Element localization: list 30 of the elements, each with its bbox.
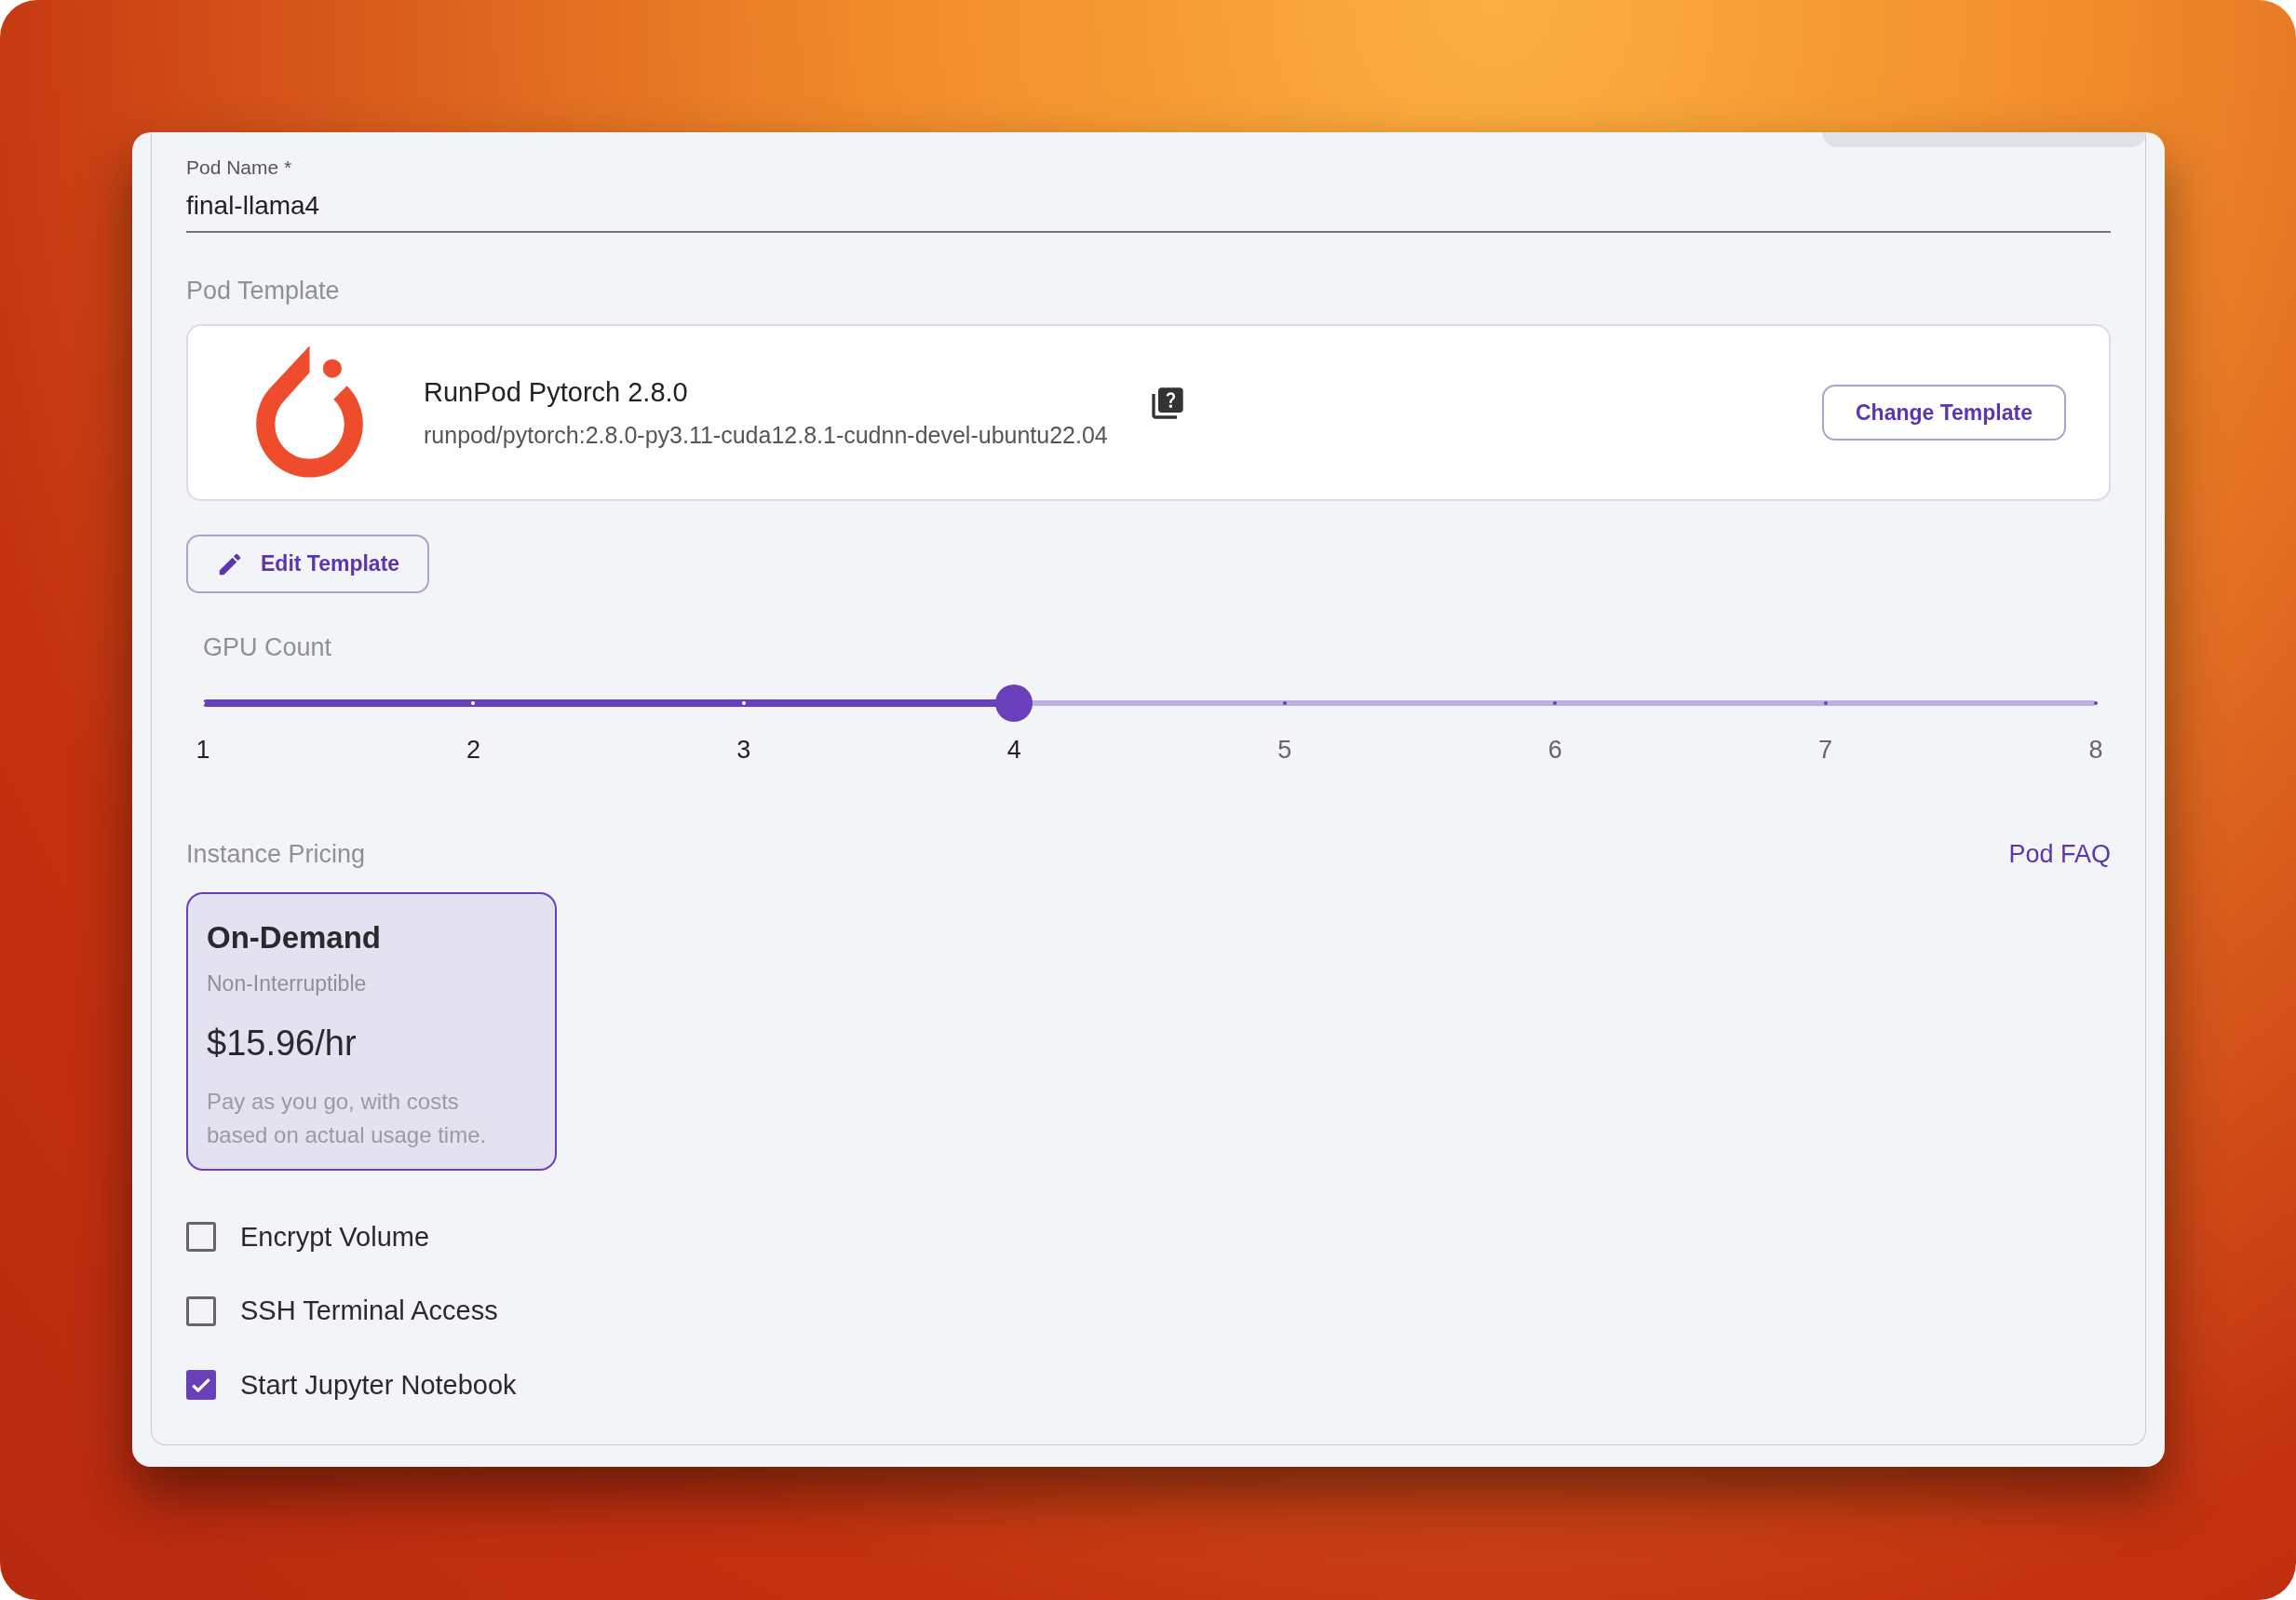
slider-tick-label: 2 [466,735,480,766]
slider-tick-label: 3 [736,735,751,766]
checkbox-label: Start Jupyter Notebook [240,1368,517,1402]
template-image: runpod/pytorch:2.8.0-py3.11-cuda12.8.1-cudnn-devel-ubuntu22.04 [424,421,1108,450]
pricing-option-price: $15.96/hr [207,1022,358,1064]
gpu-count-label: GPU Count [203,632,333,663]
pricing-option-description: Pay as you go, with costs based on actual usage time. [207,1087,488,1149]
slider-tick-label: 1 [196,735,210,766]
checkbox[interactable] [186,1295,216,1326]
checkbox-label: Encrypt Volume [240,1220,430,1254]
slider-tick-label: 4 [1006,735,1021,766]
pod-faq-link[interactable]: Pod FAQ [2008,835,2111,874]
template-name: RunPod Pytorch 2.8.0 [424,375,689,409]
pod-name-field[interactable]: final-llama4 [186,181,2111,233]
slider-tick-label: 5 [1277,735,1292,766]
slider-tick-label: 8 [2088,735,2103,766]
pod-template-label: Pod Template [186,276,341,306]
checkbox[interactable] [186,1370,216,1401]
slider-tick-label: 6 [1547,735,1562,766]
pricing-option-card[interactable]: On-Demand Non-Interruptible $15.96/hr Pay as you go, with costs based on actual usage time. [186,891,557,1171]
pricing-option-subtitle: Non-Interruptible [207,970,368,997]
instance-pricing-label: Instance Pricing [186,839,366,870]
change-template-button[interactable]: Change Template [1822,385,2066,441]
checkbox[interactable] [186,1222,216,1253]
slider-tick-label: 7 [1818,735,1833,766]
checkbox-label: SSH Terminal Access [240,1295,498,1327]
pricing-option-title: On-Demand [207,918,382,956]
pod-name-label: Pod Name * [186,156,293,180]
edit-template-button[interactable]: Edit Template [186,535,430,593]
slider-thumb[interactable] [995,685,1033,722]
